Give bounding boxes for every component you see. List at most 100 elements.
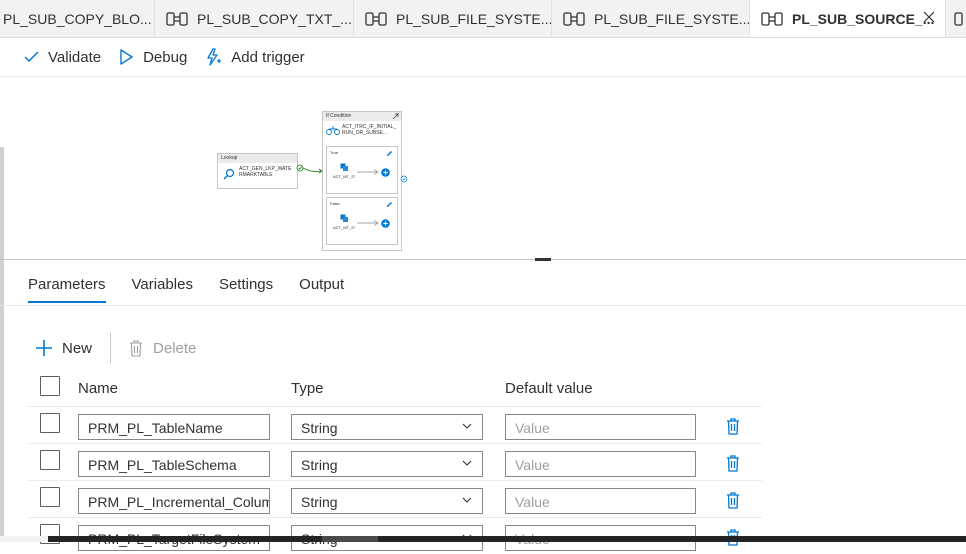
add-activity-icon[interactable] (381, 168, 390, 177)
tab-pl-sub-copy-blob[interactable]: PL_SUB_COPY_BLO... (0, 0, 155, 37)
horizontal-scrollbar[interactable] (0, 536, 966, 542)
debug-button[interactable]: Debug (119, 49, 187, 66)
edit-icon[interactable] (386, 150, 393, 157)
table-row: PRM_PL_TableSchema String Value (28, 444, 762, 481)
parameter-name-input[interactable]: PRM_PL_TableName (78, 414, 270, 440)
add-trigger-label: Add trigger (231, 48, 305, 66)
new-label: New (62, 339, 93, 357)
pipeline-icon (365, 11, 387, 26)
false-activity-name: ACT_MT_ST_COPY_INC... (333, 225, 355, 230)
tab-overflow[interactable] (946, 0, 966, 37)
column-header-name: Name (78, 380, 119, 397)
trash-icon[interactable] (726, 455, 740, 472)
chevron-down-icon (462, 423, 472, 429)
tab-label: PL_SUB_COPY_BLO... (3, 10, 152, 27)
parameter-name-input[interactable]: PRM_PL_TableSchema (78, 451, 270, 477)
tab-label: PL_SUB_FILE_SYSTE... (396, 10, 551, 27)
document-tab-strip: PL_SUB_COPY_BLO... PL_SUB_COPY_TXT_... P… (0, 0, 966, 38)
pipeline-toolbar: Validate Debug Add trigger (0, 38, 966, 77)
scrollbar-track-light (0, 536, 48, 542)
pipeline-icon (954, 11, 963, 26)
scrollbar-thumb[interactable] (322, 536, 378, 542)
splitter-grip[interactable] (535, 258, 551, 261)
parameter-name-input[interactable]: PRM_PL_Incremental_Column (78, 488, 270, 514)
tab-pl-sub-source[interactable]: PL_SUB_SOURCE_... (750, 0, 946, 37)
tab-label: PL_SUB_COPY_TXT_... (197, 10, 352, 27)
if-condition-name: ACT_ITRC_IF_INITIAL_RUN_OR_SUBSE... (342, 124, 397, 136)
select-all-checkbox[interactable] (40, 376, 60, 396)
tab-label: PL_SUB_SOURCE_... (792, 11, 935, 27)
plus-icon (36, 340, 52, 356)
lookup-activity-title: Lookup (218, 154, 297, 163)
validate-label: Validate (48, 48, 102, 66)
if-condition-activity[interactable]: If Condition ACT_ITRC_IF_INITIAL_RUN_OR_… (322, 111, 402, 251)
chevron-down-icon (462, 460, 472, 466)
lookup-activity-name: ACT_GEN_LKP_WATERMARKTABLE (239, 166, 292, 178)
edit-icon[interactable] (386, 201, 393, 208)
tab-label: PL_SUB_FILE_SYSTE... (594, 10, 749, 27)
expand-icon[interactable] (392, 113, 399, 120)
copy-activity-icon (340, 163, 348, 171)
tab-parameters[interactable]: Parameters (28, 276, 106, 303)
arrow-icon (357, 169, 379, 175)
trash-icon (130, 339, 143, 357)
column-header-type: Type (291, 380, 324, 397)
search-icon (223, 168, 235, 180)
type-value: String (301, 420, 338, 436)
parameter-type-select[interactable]: String (291, 488, 483, 514)
close-icon[interactable] (923, 11, 935, 23)
row-checkbox[interactable] (40, 487, 60, 507)
row-checkbox[interactable] (40, 450, 60, 470)
play-icon (120, 49, 133, 65)
tab-pl-sub-file-system-1[interactable]: PL_SUB_FILE_SYSTE... (354, 0, 552, 37)
row-checkbox[interactable] (40, 413, 60, 433)
new-parameter-button[interactable]: New (36, 340, 92, 357)
delete-parameter-button[interactable]: Delete (129, 340, 196, 357)
copy-activity-icon (340, 214, 348, 222)
pipeline-canvas[interactable]: Lookup ACT_GEN_LKP_WATERMARKTABLE If Con… (0, 77, 966, 260)
tab-settings[interactable]: Settings (219, 276, 273, 303)
parameters-table: Name Type Default value PRM_PL_TableName… (28, 368, 762, 554)
chevron-down-icon (462, 497, 472, 503)
tabs-divider (0, 305, 966, 306)
type-value: String (301, 457, 338, 473)
parameter-type-select[interactable]: String (291, 414, 483, 440)
parameter-type-select[interactable]: String (291, 451, 483, 477)
table-row: PRM_PL_TableName String Value (28, 407, 762, 444)
add-trigger-button[interactable]: Add trigger (205, 48, 305, 66)
trash-icon[interactable] (726, 418, 740, 435)
tab-output[interactable]: Output (299, 276, 344, 303)
true-branch[interactable]: True ACT_MT_ST_COPY_INIT... (326, 146, 398, 194)
false-branch[interactable]: False ACT_MT_ST_COPY_INC... (326, 197, 398, 245)
true-branch-label: True (330, 150, 339, 155)
column-header-default-value: Default value (505, 380, 593, 397)
delete-label: Delete (153, 339, 197, 357)
property-tabs: Parameters Variables Settings Output (28, 276, 370, 303)
command-separator (110, 333, 112, 363)
default-value-input[interactable]: Value (505, 451, 696, 477)
default-value-input[interactable]: Value (505, 414, 696, 440)
table-row: PRM_PL_Incremental_Column String Value (28, 481, 762, 518)
lightning-icon (207, 48, 222, 66)
condition-icon (326, 126, 340, 135)
lookup-activity[interactable]: Lookup ACT_GEN_LKP_WATERMARKTABLE (217, 153, 298, 189)
pipeline-icon (563, 11, 585, 26)
tab-pl-sub-file-system-2[interactable]: PL_SUB_FILE_SYSTE... (552, 0, 750, 37)
panel-splitter[interactable] (0, 259, 966, 260)
true-activity-name: ACT_MT_ST_COPY_INIT... (333, 174, 355, 179)
pipeline-icon (166, 11, 188, 26)
default-value-input[interactable]: Value (505, 488, 696, 514)
success-output-handle[interactable] (400, 175, 408, 183)
tab-pl-sub-copy-txt[interactable]: PL_SUB_COPY_TXT_... (155, 0, 354, 37)
left-edge-bar (0, 147, 4, 542)
checkmark-icon (24, 51, 39, 63)
false-branch-label: False (330, 201, 340, 206)
validate-button[interactable]: Validate (24, 49, 101, 66)
pipeline-icon (761, 12, 783, 26)
add-activity-icon[interactable] (381, 219, 390, 228)
parameter-commands: New Delete (28, 333, 196, 363)
type-value: String (301, 494, 338, 510)
if-condition-title: If Condition (323, 112, 401, 121)
trash-icon[interactable] (726, 492, 740, 509)
tab-variables[interactable]: Variables (132, 276, 193, 303)
